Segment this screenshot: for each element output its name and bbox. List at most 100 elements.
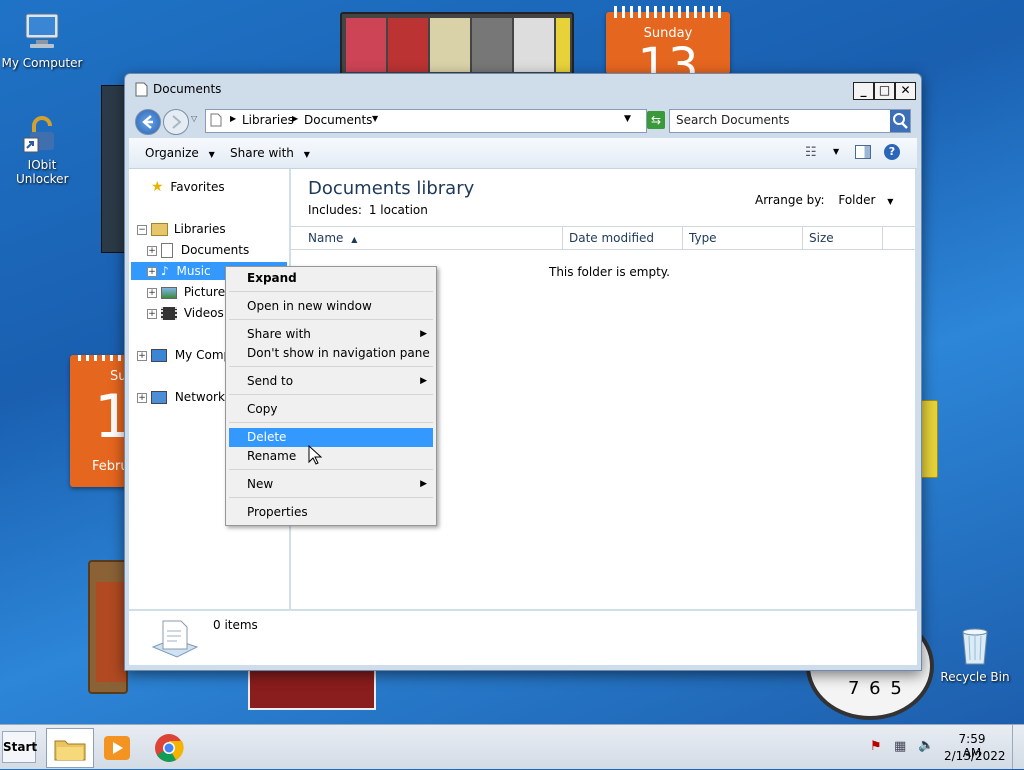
organize-button[interactable]: Organize ▼ — [145, 146, 215, 160]
window-title: Documents — [153, 82, 222, 96]
menu-item-rename[interactable]: Rename — [229, 447, 433, 466]
chevron-down-icon: ▼ — [208, 150, 215, 159]
nav-libraries[interactable]: Libraries — [151, 220, 226, 238]
expand-network-icon[interactable]: + — [137, 393, 147, 403]
recent-pages-chevron-icon[interactable]: ▽ — [191, 114, 197, 123]
taskbar-media-player-button[interactable] — [100, 731, 134, 765]
menu-item-expand[interactable]: Expand — [229, 269, 433, 288]
tray-network-icon[interactable]: ▦ — [894, 739, 906, 754]
column-headers: Name ▲ Date modified Type Size — [291, 226, 915, 250]
unlocker-icon — [20, 112, 64, 156]
nav-videos[interactable]: Videos — [161, 304, 224, 322]
includes-location-link[interactable]: 1 location — [369, 203, 428, 217]
expand-music-icon[interactable]: + — [147, 267, 157, 277]
item-count: 0 items — [213, 618, 258, 632]
column-type[interactable]: Type — [683, 227, 803, 249]
desktop-icon-iobit-unlocker[interactable]: IObit Unlocker — [0, 112, 84, 186]
arrange-by-label: Arrange by: — [755, 193, 825, 207]
desktop-icon-recycle-bin[interactable]: Recycle Bin — [933, 624, 1017, 684]
column-date-modified[interactable]: Date modified — [563, 227, 683, 249]
breadcrumb-libraries[interactable]: Libraries — [242, 113, 294, 127]
command-bar: Organize ▼ Share with ▼ ☷ ▼ ? — [129, 138, 917, 169]
search-placeholder: Search Documents — [676, 113, 790, 127]
sort-ascending-icon: ▲ — [351, 235, 358, 244]
expand-computer-icon[interactable]: + — [137, 351, 147, 361]
maximize-button[interactable]: □ — [874, 82, 895, 100]
breadcrumb-documents[interactable]: Documents — [304, 113, 372, 127]
address-row: ▽ ▶ Libraries ▶ Documents ▼ ▼ ⇆ Search D… — [133, 106, 915, 136]
expand-videos-icon[interactable]: + — [147, 309, 157, 319]
column-size[interactable]: Size — [803, 227, 883, 249]
view-dropdown-icon[interactable]: ▼ — [833, 147, 839, 156]
film-gadget[interactable] — [88, 560, 128, 694]
title-bar[interactable]: Documents _ □ ✕ — [125, 74, 921, 104]
preview-pane-icon[interactable] — [855, 145, 871, 159]
view-options-icon[interactable]: ☷ — [805, 145, 817, 160]
share-with-button[interactable]: Share with ▼ — [230, 146, 310, 160]
nav-pictures[interactable]: Pictures — [161, 283, 231, 301]
breadcrumb-separator-icon[interactable]: ▶ — [230, 114, 236, 123]
menu-item-send-to[interactable]: Send to ▶ — [229, 372, 433, 391]
expand-pictures-icon[interactable]: + — [147, 288, 157, 298]
nav-documents[interactable]: Documents — [161, 241, 249, 259]
menu-item-share-with[interactable]: Share with ▶ — [229, 325, 433, 344]
network-icon — [151, 391, 167, 404]
back-button[interactable] — [135, 109, 161, 135]
search-input[interactable]: Search Documents — [669, 109, 911, 133]
menu-item-open-new-window[interactable]: Open in new window — [229, 297, 433, 316]
menu-item-copy[interactable]: Copy — [229, 400, 433, 419]
mouse-cursor-icon — [308, 444, 323, 468]
details-pane: 0 items — [129, 610, 917, 665]
tray-action-center-icon[interactable]: ⚑ — [870, 739, 882, 754]
menu-item-new[interactable]: New ▶ — [229, 475, 433, 494]
menu-item-delete[interactable]: Delete — [229, 428, 433, 447]
nav-label: Network — [174, 390, 225, 404]
column-name[interactable]: Name ▲ — [301, 227, 563, 249]
empty-folder-message: This folder is empty. — [549, 265, 670, 279]
library-includes: Includes: 1 location — [308, 203, 428, 217]
menu-item-properties[interactable]: Properties — [229, 503, 433, 522]
clock-digits: 7 6 5 — [848, 678, 904, 699]
computer-icon — [151, 349, 167, 362]
calendar-gadget-left[interactable]: Su 1 Febru — [70, 355, 130, 487]
search-icon[interactable] — [890, 110, 910, 132]
forward-button[interactable] — [163, 109, 189, 135]
menu-item-dont-show-nav[interactable]: Don't show in navigation pane — [229, 344, 433, 363]
refresh-button[interactable]: ⇆ — [647, 111, 665, 129]
desktop-icon-my-computer[interactable]: My Computer — [0, 10, 84, 70]
show-desktop-button[interactable] — [1012, 725, 1024, 769]
address-dropdown-icon[interactable]: ▼ — [624, 114, 631, 124]
nav-music[interactable]: ♪ Music — [161, 262, 211, 280]
photo-tile-gadget[interactable] — [340, 12, 574, 78]
taskbar-chrome-button[interactable] — [152, 731, 186, 765]
arrange-by: Arrange by: Folder ▼ — [755, 193, 893, 207]
star-icon: ★ — [151, 179, 164, 195]
address-bar[interactable]: ▶ Libraries ▶ Documents ▼ ▼ — [205, 109, 647, 133]
media-player-icon — [104, 736, 130, 760]
taskbar-explorer-button[interactable] — [46, 728, 94, 768]
breadcrumb-separator-icon[interactable]: ▶ — [292, 114, 298, 123]
close-button[interactable]: ✕ — [895, 82, 916, 100]
calendar-gadget-top[interactable]: Sunday 13 — [606, 6, 730, 90]
submenu-arrow-icon: ▶ — [420, 329, 427, 339]
help-icon[interactable]: ? — [884, 144, 900, 160]
tray-volume-icon[interactable]: 🔈 — [918, 738, 934, 753]
nav-label: Music — [176, 264, 211, 278]
clock-date[interactable]: 2/13/2022 — [944, 749, 1006, 763]
share-with-label: Share with — [230, 146, 294, 160]
photo-gadget-bottom[interactable] — [248, 668, 376, 710]
nav-computer[interactable]: My Comp — [151, 346, 231, 364]
forward-arrow-icon — [172, 115, 182, 129]
minimize-button[interactable]: _ — [853, 82, 874, 100]
chrome-icon — [155, 734, 184, 762]
start-button[interactable]: Start — [2, 731, 37, 763]
nav-network[interactable]: Network — [151, 388, 225, 406]
nav-favorites[interactable]: ★ Favorites — [151, 178, 225, 196]
arrange-by-dropdown[interactable]: Folder ▼ — [838, 193, 893, 207]
context-menu: Expand Open in new window Share with ▶ D… — [225, 266, 437, 526]
expand-documents-icon[interactable]: + — [147, 246, 157, 256]
collapse-libraries-icon[interactable]: − — [137, 225, 147, 235]
breadcrumb-separator-icon[interactable]: ▼ — [372, 114, 378, 123]
pictures-icon — [161, 286, 177, 299]
nav-label: Libraries — [173, 222, 226, 236]
